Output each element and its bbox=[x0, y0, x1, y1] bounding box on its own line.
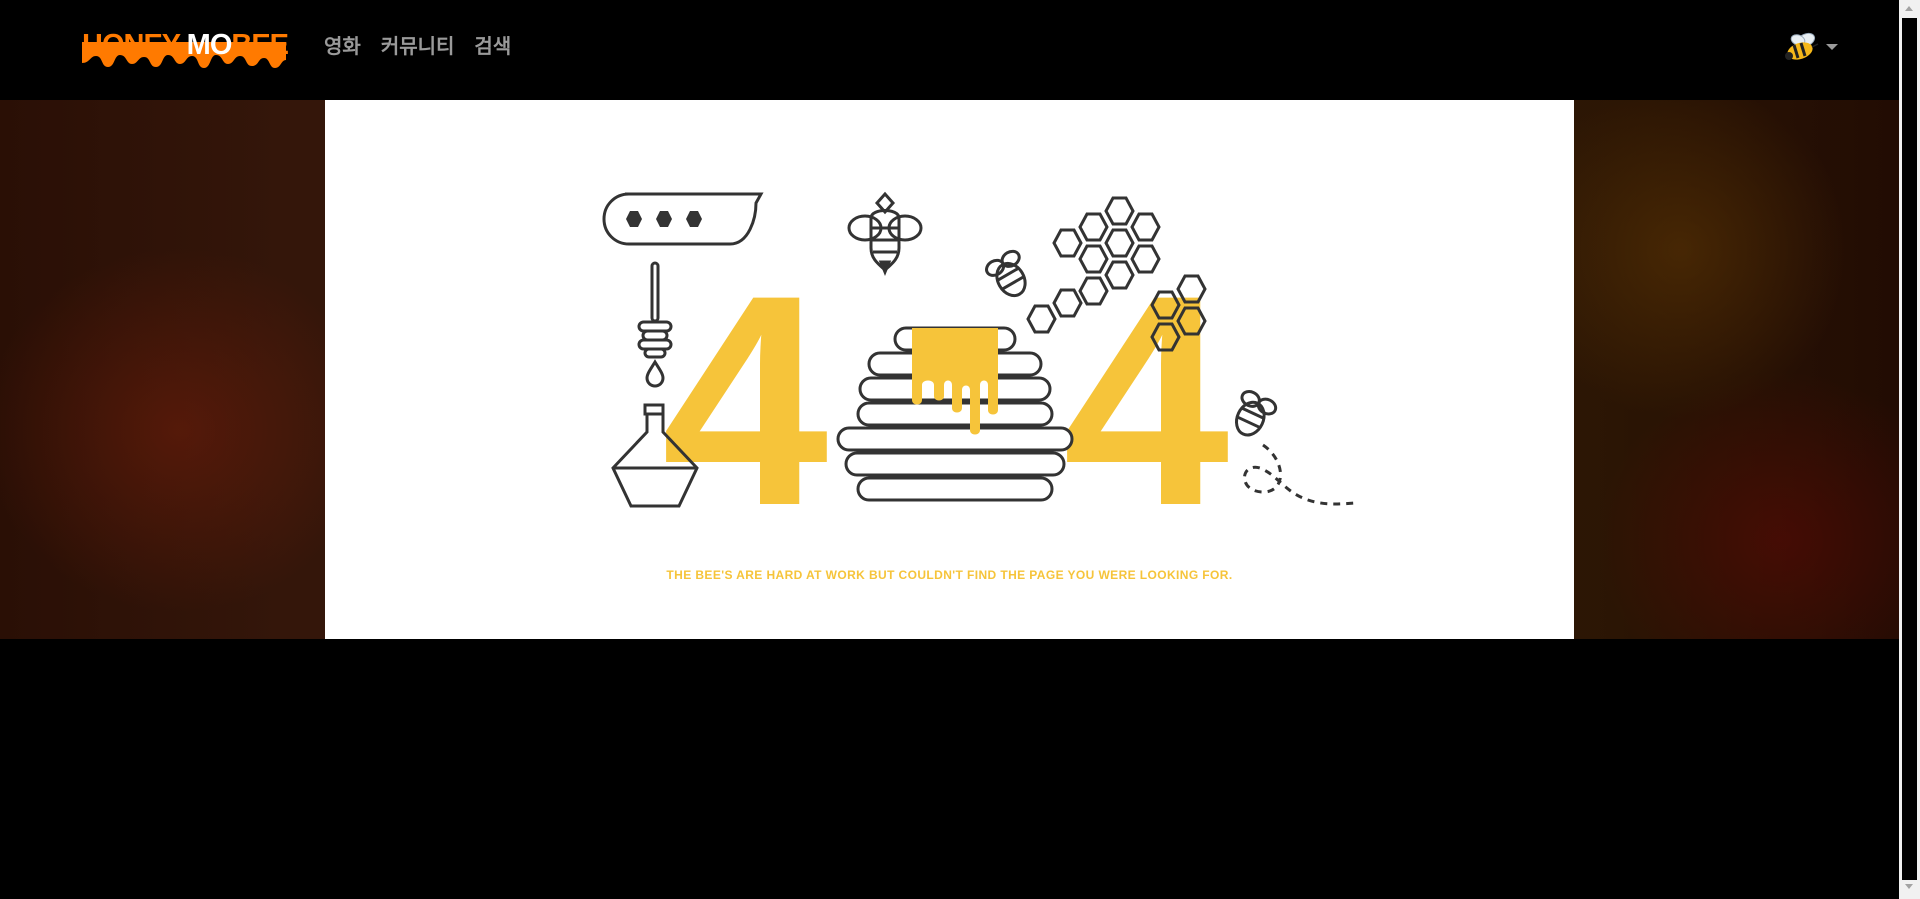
scroll-up-icon[interactable] bbox=[1905, 6, 1913, 11]
bee-avatar-icon bbox=[1785, 32, 1819, 60]
nav-link-community[interactable]: 커뮤니티 bbox=[381, 30, 455, 62]
flight-trail-icon bbox=[1243, 443, 1356, 506]
bee-icon bbox=[985, 249, 1027, 298]
brand-name-part2: MO bbox=[186, 29, 233, 61]
error-code-digit-last: 4 bbox=[1063, 232, 1232, 568]
error-404-card: 4 4 THE BEE'S ARE HARD AT WORK BUT COULD… bbox=[325, 100, 1574, 639]
error-message: THE BEE'S ARE HARD AT WORK BUT COULDN'T … bbox=[666, 568, 1233, 582]
nav-link-search[interactable]: 검색 bbox=[474, 30, 511, 62]
top-navbar: HONEY MOBEE 영화 커뮤니티 검색 bbox=[0, 0, 1899, 100]
brand-name-part1: HONEY bbox=[82, 29, 187, 61]
scrollbar-thumb[interactable] bbox=[1902, 18, 1917, 880]
main-nav: 영화 커뮤니티 검색 bbox=[324, 30, 511, 62]
brand-logo[interactable]: HONEY MOBEE bbox=[82, 28, 289, 74]
chevron-down-icon bbox=[1826, 44, 1838, 50]
error-404-illustration: 4 4 bbox=[602, 191, 1356, 568]
bee-icon bbox=[1235, 390, 1278, 437]
nav-link-movies[interactable]: 영화 bbox=[324, 30, 361, 62]
brand-name-part3: BEE bbox=[231, 29, 289, 61]
scroll-down-icon[interactable] bbox=[1905, 884, 1913, 889]
beehive-icon bbox=[836, 326, 1074, 502]
vertical-scrollbar[interactable] bbox=[1899, 0, 1920, 899]
brand-name: HONEY MOBEE bbox=[82, 28, 289, 62]
user-menu-dropdown[interactable] bbox=[1782, 30, 1838, 64]
bee-icon bbox=[847, 191, 923, 277]
error-code-digit-first: 4 bbox=[662, 232, 831, 568]
